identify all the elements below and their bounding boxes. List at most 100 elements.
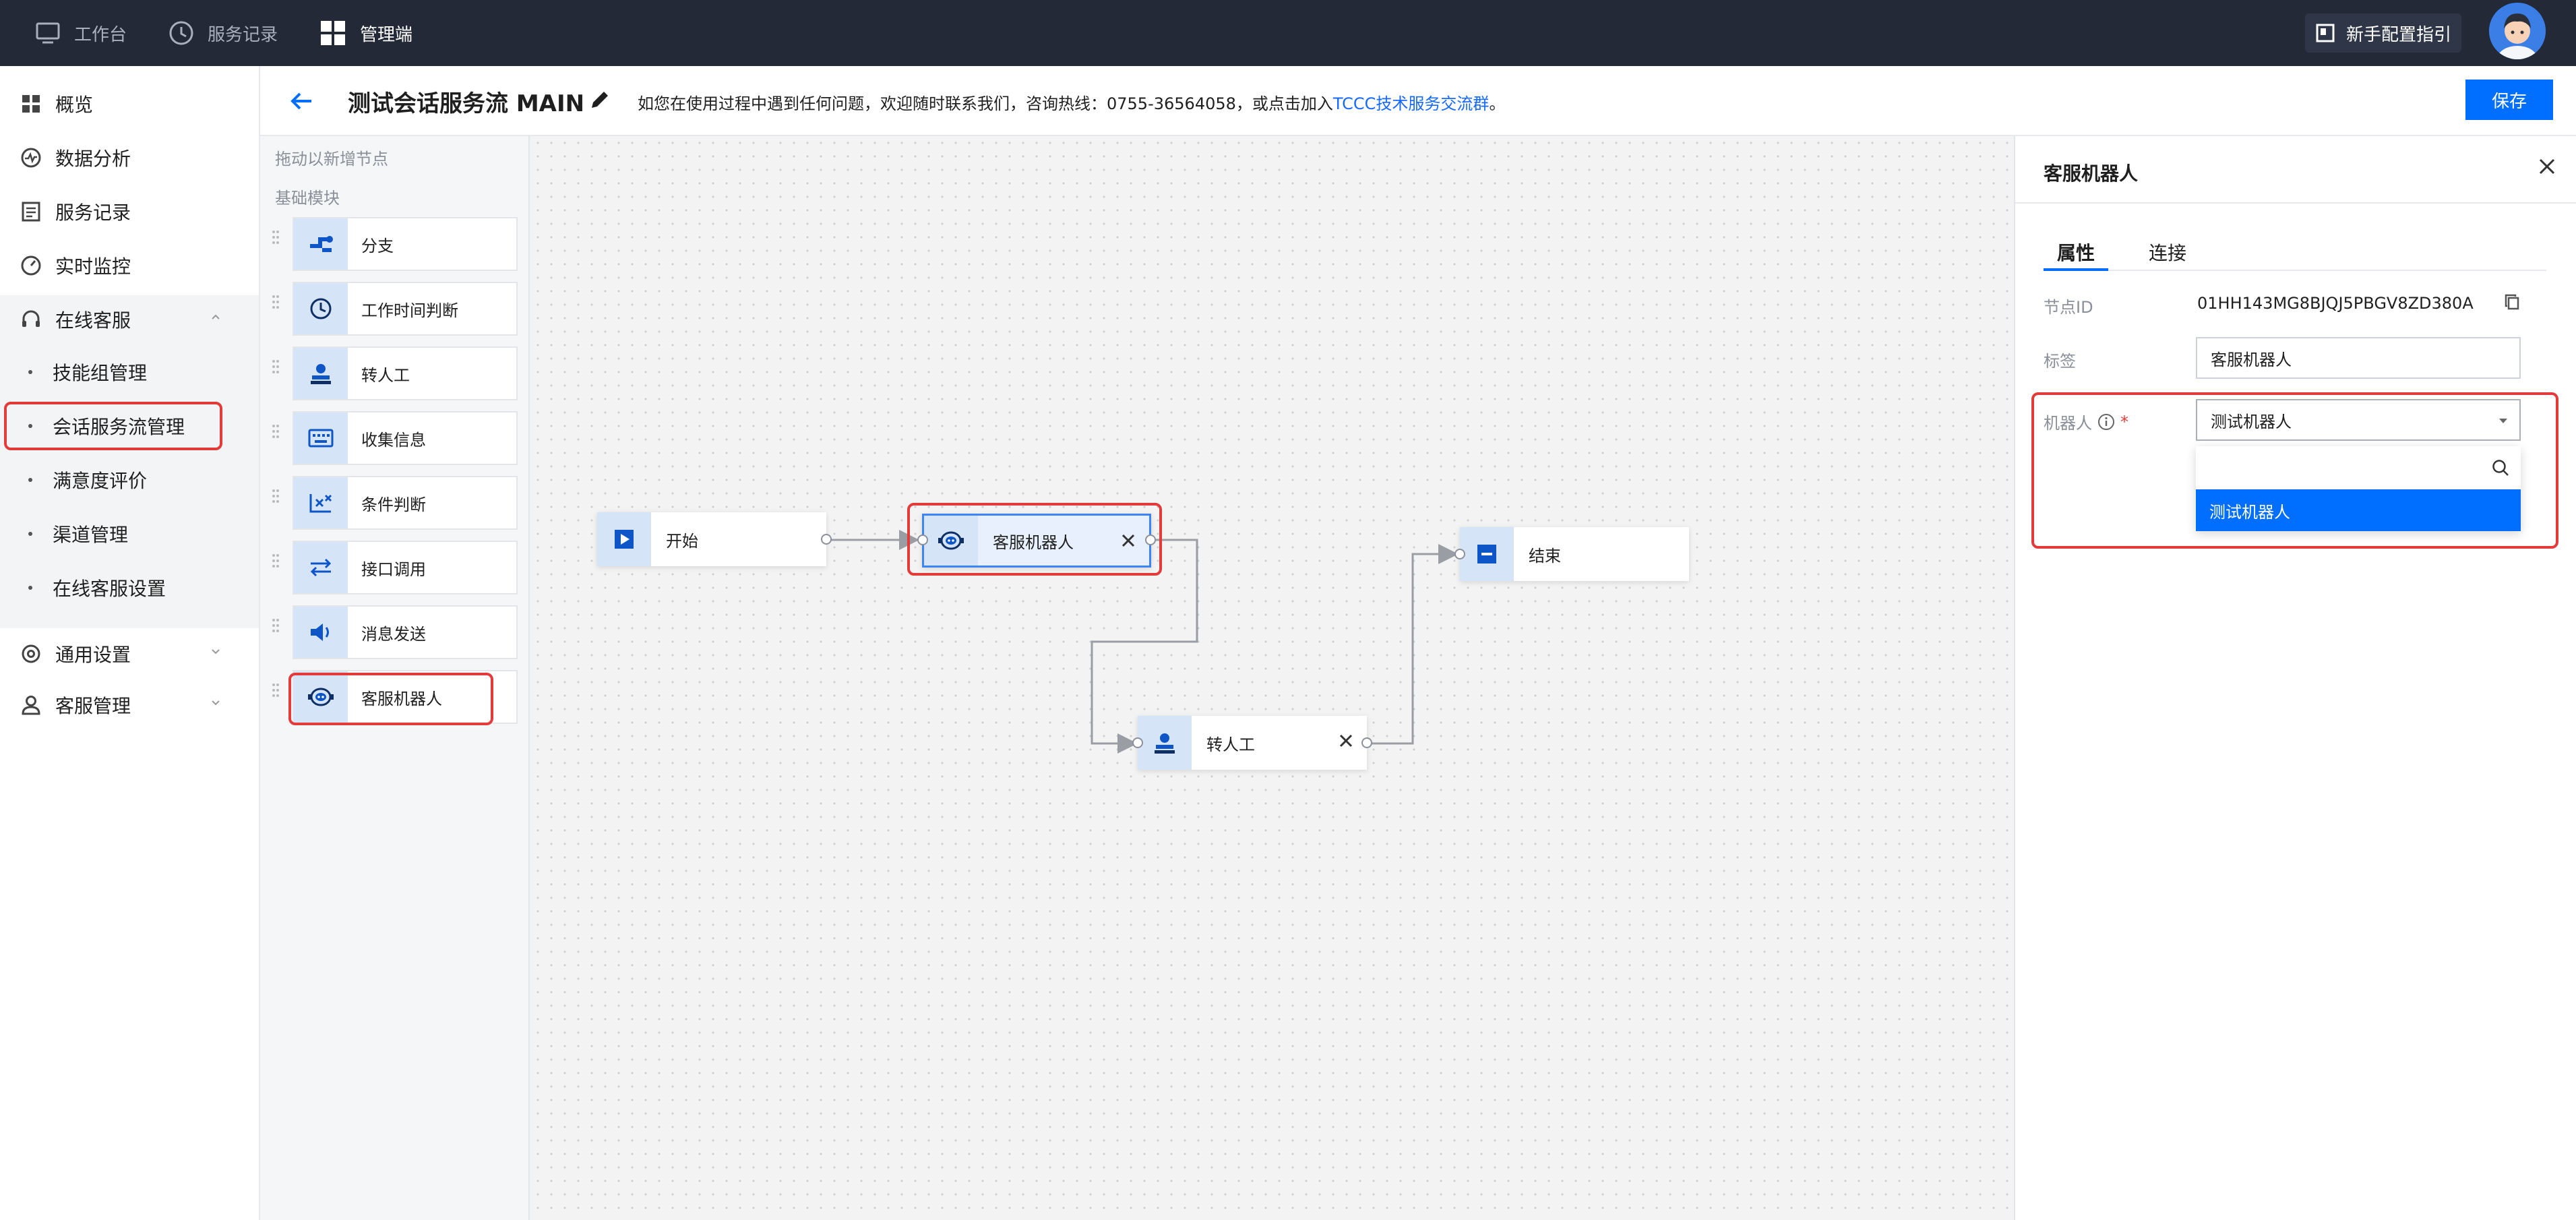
module-transfer-agent[interactable]: 转人工: [293, 346, 518, 400]
keyboard-icon: [308, 429, 334, 448]
user-icon: [22, 696, 40, 715]
sidebar-item-realtime-monitor[interactable]: 实时监控: [0, 239, 259, 293]
speaker-icon: [311, 623, 329, 641]
topnav-admin[interactable]: 管理端: [319, 0, 412, 66]
drag-handle-icon[interactable]: [271, 682, 280, 698]
sidebar-item-label: 客服管理: [55, 695, 131, 717]
back-arrow-icon[interactable]: [287, 86, 317, 116]
chevron-down-icon: [212, 649, 220, 654]
sidebar-sub-flow-management[interactable]: 会话服务流管理: [0, 399, 259, 453]
page-title: 测试会话服务流 MAIN: [348, 90, 585, 117]
tab-connections[interactable]: 连接: [2149, 239, 2186, 266]
sidebar-item-general-settings[interactable]: 通用设置: [0, 627, 259, 681]
robot-dropdown: 测试机器人: [2196, 446, 2521, 531]
monitor-icon: [36, 22, 60, 44]
module-icon-box: [294, 283, 348, 334]
avatar-icon: [2489, 3, 2546, 59]
sidebar-sub-skill-groups[interactable]: 技能组管理: [0, 345, 259, 399]
module-condition[interactable]: 条件判断: [293, 476, 518, 530]
agent-icon: [1155, 733, 1175, 754]
close-icon[interactable]: [2537, 156, 2557, 177]
sidebar-item-overview[interactable]: 概览: [0, 77, 259, 131]
node-input-port[interactable]: [917, 535, 928, 545]
tag-input-value: 客服机器人: [2211, 350, 2292, 369]
close-icon[interactable]: [1337, 732, 1355, 750]
node-start[interactable]: 开始: [597, 512, 832, 566]
save-button[interactable]: 保存: [2465, 80, 2553, 120]
node-icon-box: [1460, 527, 1514, 581]
module-branch[interactable]: 分支: [293, 217, 518, 271]
help-notice-end: 。: [1489, 94, 1506, 113]
drag-handle-icon[interactable]: [271, 359, 280, 375]
module-service-robot[interactable]: 客服机器人: [293, 670, 518, 724]
module-send-message[interactable]: 消息发送: [293, 605, 518, 659]
dropdown-search-input[interactable]: [2196, 446, 2521, 489]
module-collect-info[interactable]: 收集信息: [293, 411, 518, 465]
module-label: 转人工: [361, 365, 410, 385]
flow-edges: [828, 530, 1459, 754]
divider: [2015, 202, 2576, 204]
node-output-port[interactable]: [1145, 535, 1156, 545]
node-icon-box: [1138, 716, 1192, 770]
edge-agent-end: [1367, 544, 1459, 745]
sidebar-item-analytics[interactable]: 数据分析: [0, 131, 259, 185]
module-api-call[interactable]: 接口调用: [293, 541, 518, 594]
node-output-port[interactable]: [821, 534, 832, 545]
module-icon-box: [294, 348, 348, 399]
drag-handle-icon[interactable]: [271, 553, 280, 569]
sidebar-item-online-service[interactable]: 在线客服: [0, 293, 259, 346]
node-output-port[interactable]: [1361, 737, 1372, 748]
copy-icon[interactable]: [2503, 293, 2522, 311]
setup-guide-button[interactable]: 新手配置指引: [2305, 13, 2461, 53]
dropdown-option[interactable]: 测试机器人: [2196, 489, 2521, 531]
sidebar-sub-online-settings[interactable]: 在线客服设置: [0, 561, 259, 615]
module-work-hours[interactable]: 工作时间判断: [293, 282, 518, 336]
drag-handle-icon[interactable]: [271, 617, 280, 634]
branch-icon: [310, 236, 333, 252]
pencil-icon[interactable]: [588, 88, 612, 112]
robot-field-label: 机器人 *: [2044, 410, 2128, 433]
robot-select[interactable]: 测试机器人: [2196, 399, 2521, 441]
bullet-dot: [28, 532, 32, 536]
guide-icon: [2316, 24, 2335, 42]
sidebar-sub-satisfaction[interactable]: 满意度评价: [0, 453, 259, 507]
flow-canvas[interactable]: 开始 客服机器人 转人工 结束: [531, 136, 2014, 1220]
info-icon[interactable]: [2097, 413, 2115, 431]
bullet-dot: [28, 424, 32, 428]
help-notice: 如您在使用过程中遇到任何问题，欢迎随时联系我们，咨询热线：0755-365640…: [638, 90, 1505, 114]
topnav-service-records[interactable]: 服务记录: [168, 0, 278, 66]
node-input-port[interactable]: [1132, 737, 1143, 748]
robot-label-text: 机器人: [2044, 414, 2092, 433]
required-marker: *: [2120, 412, 2128, 431]
drag-handle-icon[interactable]: [271, 229, 280, 245]
module-label: 收集信息: [361, 430, 426, 450]
sidebar-sub-label: 在线客服设置: [53, 578, 166, 600]
sidebar-sub-channels[interactable]: 渠道管理: [0, 507, 259, 561]
module-icon-box: [294, 218, 348, 270]
node-robot[interactable]: 客服机器人: [917, 514, 1156, 568]
clock-icon: [169, 21, 193, 45]
drag-handle-icon[interactable]: [271, 488, 280, 504]
topnav-label: 服务记录: [208, 24, 278, 45]
avatar[interactable]: [2489, 3, 2546, 59]
drag-handle-icon[interactable]: [271, 423, 280, 439]
node-input-port[interactable]: [1454, 549, 1465, 559]
module-label: 分支: [361, 236, 394, 255]
tab-underline-track: [2044, 270, 2546, 271]
community-link[interactable]: TCCC技术服务交流群: [1333, 94, 1490, 113]
sidebar-item-agent-management[interactable]: 客服管理: [0, 678, 259, 732]
node-id-value: 01HH143MG8BJQJ5PBGV8ZD380A: [2197, 294, 2474, 313]
sidebar-sub-label: 会话服务流管理: [53, 416, 185, 438]
drag-handle-icon[interactable]: [271, 294, 280, 310]
node-transfer-agent[interactable]: 转人工: [1132, 716, 1372, 770]
topnav-workbench[interactable]: 工作台: [35, 0, 127, 66]
module-label: 客服机器人: [361, 689, 442, 708]
tab-properties[interactable]: 属性: [2057, 239, 2095, 266]
drag-hint: 拖动以新增节点: [275, 150, 388, 169]
node-end[interactable]: 结束: [1454, 527, 1689, 581]
close-icon[interactable]: [1120, 532, 1137, 549]
tag-input[interactable]: 客服机器人: [2196, 337, 2521, 379]
sidebar-item-service-records[interactable]: 服务记录: [0, 185, 259, 239]
properties-title: 客服机器人: [2044, 162, 2139, 185]
robot-icon: [308, 688, 334, 706]
